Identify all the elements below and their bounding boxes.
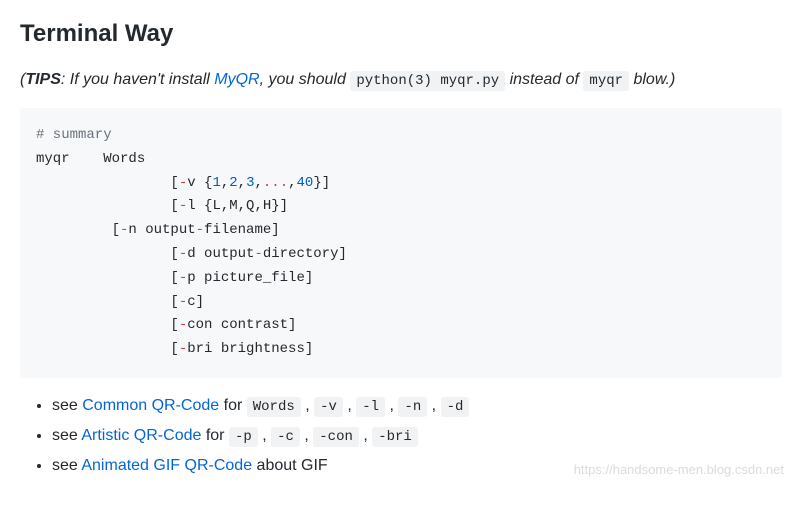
code-line: [: [36, 246, 179, 262]
code-con: -con: [313, 427, 359, 447]
code-text: c]: [187, 294, 204, 310]
code-num: 2: [229, 175, 237, 191]
sep: ,: [258, 427, 271, 444]
list-after: for: [201, 427, 229, 444]
code-c: -c: [271, 427, 300, 447]
code-p: -p: [229, 427, 258, 447]
tips-paragraph: (TIPS: If you haven't install MyQR, you …: [20, 68, 782, 92]
code-text: directory]: [263, 246, 347, 262]
code-python-myqr: python(3) myqr.py: [350, 71, 505, 91]
myqr-link[interactable]: MyQR: [214, 71, 259, 88]
list-prefix: see: [52, 397, 82, 414]
code-text: filename]: [204, 222, 280, 238]
code-text: }]: [313, 175, 330, 191]
code-line: [: [36, 270, 179, 286]
code-comment: # summary: [36, 127, 112, 143]
sep: ,: [359, 427, 372, 444]
tips-text-4: blow.): [629, 71, 675, 88]
code-text: v {: [187, 175, 212, 191]
code-num: 40: [297, 175, 314, 191]
code-myqr: myqr: [583, 71, 629, 91]
code-op: -: [179, 246, 187, 262]
sep: ,: [343, 397, 356, 414]
code-comma: ,: [288, 175, 296, 191]
code-op: -: [179, 175, 187, 191]
code-text: con contrast]: [187, 317, 296, 333]
code-num: 1: [212, 175, 220, 191]
code-v: -v: [314, 397, 343, 417]
code-text: bri brightness]: [187, 341, 313, 357]
sep: ,: [300, 427, 313, 444]
code-op: -: [196, 222, 204, 238]
code-text: n output: [128, 222, 195, 238]
list-item: see Animated GIF QR-Code about GIF: [52, 454, 782, 478]
code-text: p picture_file]: [187, 270, 313, 286]
code-line: myqr Words: [36, 151, 145, 167]
code-n: -n: [398, 397, 427, 417]
list-prefix: see: [52, 427, 81, 444]
common-qr-link[interactable]: Common QR-Code: [82, 397, 219, 414]
artistic-qr-link[interactable]: Artistic QR-Code: [81, 427, 201, 444]
tips-label: TIPS: [25, 71, 61, 88]
code-line: [: [36, 341, 179, 357]
code-comma: ,: [238, 175, 246, 191]
code-text: l {L,M,Q,H}]: [187, 198, 288, 214]
code-comma: ,: [254, 175, 262, 191]
code-line: [: [36, 222, 120, 238]
sep: ,: [301, 397, 314, 414]
tips-text-1: : If you haven't install: [61, 71, 214, 88]
sep: ,: [427, 397, 440, 414]
tips-text-2: , you should: [260, 71, 351, 88]
list-after: about GIF: [252, 457, 328, 474]
code-bri: -bri: [372, 427, 418, 447]
code-text: d output: [187, 246, 254, 262]
list-item: see Common QR-Code for Words , -v , -l ,…: [52, 394, 782, 418]
code-comma: ,: [221, 175, 229, 191]
animated-gif-qr-link[interactable]: Animated GIF QR-Code: [81, 457, 252, 474]
code-d: -d: [441, 397, 470, 417]
code-line: [: [36, 317, 179, 333]
tips-text-3: instead of: [505, 71, 583, 88]
list-item: see Artistic QR-Code for -p , -c , -con …: [52, 424, 782, 448]
code-dots: ...: [263, 175, 288, 191]
code-op: -: [179, 317, 187, 333]
sep: ,: [385, 397, 398, 414]
list-prefix: see: [52, 457, 81, 474]
code-words: Words: [247, 397, 301, 417]
code-line: [: [36, 294, 179, 310]
list-after: for: [219, 397, 247, 414]
code-l: -l: [356, 397, 385, 417]
code-op: -: [179, 294, 187, 310]
code-op: -: [179, 198, 187, 214]
code-line: [: [36, 198, 179, 214]
code-op: -: [179, 270, 187, 286]
section-heading: Terminal Way: [20, 16, 782, 52]
usage-code-block: # summary myqr Words [-v {1,2,3,...,40}]…: [20, 108, 782, 378]
code-op: -: [179, 341, 187, 357]
code-op: -: [254, 246, 262, 262]
see-also-list: see Common QR-Code for Words , -v , -l ,…: [20, 394, 782, 478]
code-line: [: [36, 175, 179, 191]
